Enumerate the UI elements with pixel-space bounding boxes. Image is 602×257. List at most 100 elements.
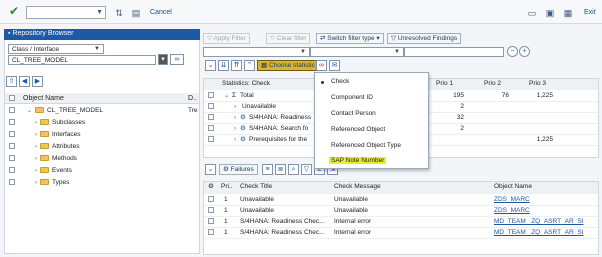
switch-filter-label: Switch filter type	[327, 35, 375, 42]
switch-filter-type-button[interactable]: ⇄ Switch filter type ▾	[316, 33, 384, 44]
collapse-chevron-icon[interactable]: ›	[35, 180, 37, 186]
row-checkbox[interactable]	[208, 102, 214, 112]
row-checkbox[interactable]	[9, 177, 15, 189]
menu-item-contact-person[interactable]: Contact Person	[331, 110, 376, 117]
col-pri: Pri..	[221, 183, 233, 190]
row-checkbox[interactable]	[9, 105, 15, 117]
next-icon[interactable]: ▶	[32, 76, 43, 87]
row-checkbox[interactable]	[208, 135, 214, 145]
collapse-chevron-icon[interactable]: ›	[35, 168, 37, 174]
tree-header-checkbox[interactable]	[9, 95, 15, 102]
finding-object[interactable]: ZDS_MARC	[494, 206, 599, 216]
unresolved-findings-button[interactable]: ▽ Unresolved Findings	[387, 33, 462, 44]
finding-object[interactable]: MD_TEAM_ ZQ_ASRT_AR_SI	[494, 228, 599, 238]
failures-icon: ⚙	[223, 166, 231, 173]
collapse-chevron-icon[interactable]: ›	[234, 135, 236, 145]
collapse-chevron-icon[interactable]: ›	[234, 113, 236, 123]
value-help-icon[interactable]: ▾	[158, 54, 168, 65]
tree-row-root[interactable]: ⌄ CL_TREE_MODEL Tre	[5, 105, 199, 117]
finding-object[interactable]: MD_TEAM_ ZQ_ASRT_AR_SI	[494, 217, 599, 227]
tree-row-subclasses[interactable]: › Subclasses	[5, 117, 199, 129]
command-field[interactable]: ▼	[26, 6, 106, 19]
col-check-title: Check Title	[240, 183, 273, 190]
collapse-all-icon[interactable]: ⌃	[244, 60, 255, 71]
filter-field-2[interactable]: ▼	[310, 47, 404, 57]
tree-row-interfaces[interactable]: › Interfaces	[5, 129, 199, 141]
collapse-chevron-icon[interactable]: ›	[35, 156, 37, 162]
tree-label: Events	[52, 167, 72, 174]
collapse-chevron-icon[interactable]: ›	[234, 124, 236, 134]
failures-button[interactable]: ⚙ Failures	[219, 164, 258, 175]
menu-item-referenced-object-type[interactable]: Referenced Object Type	[331, 142, 401, 149]
find-icon[interactable]: ⌕	[288, 164, 299, 175]
object-type-select[interactable]: Class / Interface ▼	[8, 44, 104, 54]
finding-row[interactable]: 1 S/4HANA: Readiness Chec... Internal er…	[204, 217, 598, 228]
filter-icon: ▽	[391, 35, 398, 42]
print-icon[interactable]: ▦	[563, 8, 573, 18]
filter-field-1[interactable]: ▼	[203, 47, 310, 57]
cancel-button[interactable]: Cancel	[150, 9, 172, 16]
expand-all-icon[interactable]: ⌄	[205, 60, 216, 71]
row-checkbox[interactable]	[208, 228, 214, 238]
row-checkbox[interactable]	[208, 206, 214, 216]
object-name-input[interactable]: CL_TREE_MODEL	[8, 55, 156, 65]
remove-filter-icon[interactable]: −	[507, 46, 518, 57]
previous-icon[interactable]: ◀	[19, 76, 30, 87]
row-checkbox[interactable]	[208, 124, 214, 134]
row-checkbox[interactable]	[208, 195, 214, 205]
window-icon[interactable]: ▭	[527, 8, 537, 18]
choose-statistic-button[interactable]: ▦ Choose statistic ▾	[257, 60, 324, 71]
collapse-chevron-icon[interactable]: ›	[35, 144, 37, 150]
col-statistics-check: Statistics: Check	[222, 80, 271, 87]
menu-item-check[interactable]: Check	[331, 78, 349, 85]
exit-button[interactable]: Exit	[584, 9, 596, 16]
collapse-chevron-icon[interactable]: ›	[35, 132, 37, 138]
row-checkbox[interactable]	[208, 217, 214, 227]
expand-icon[interactable]: ⇊	[218, 60, 229, 71]
row-checkbox[interactable]	[9, 165, 15, 177]
link-icon[interactable]: ∞	[316, 60, 327, 71]
menu-item-sap-note-number[interactable]: SAP Note Number	[329, 157, 387, 164]
settings-icon[interactable]: ⚙	[208, 182, 214, 192]
tree-header-row: Object Name D..	[5, 93, 199, 104]
filter-value-input[interactable]	[404, 47, 504, 57]
up-arrow-icon[interactable]: ⇧	[6, 76, 17, 87]
finding-row[interactable]: 1 Unavailable Unavailable ZDS_MARC	[204, 206, 598, 217]
tree-row-types[interactable]: › Types	[5, 177, 199, 189]
add-filter-icon[interactable]: +	[519, 46, 530, 57]
finding-row[interactable]: 1 Unavailable Unavailable ZDS_MARC	[204, 195, 598, 206]
row-checkbox[interactable]	[208, 91, 214, 101]
clear-filter-button[interactable]: ▽ Clear filter	[266, 33, 311, 44]
tree-label: CL_TREE_MODEL	[47, 107, 104, 114]
row-checkbox[interactable]	[9, 117, 15, 129]
hierarchy-icon[interactable]: ▤	[131, 8, 141, 18]
tree-row-events[interactable]: › Events	[5, 165, 199, 177]
finding-row[interactable]: 1 S/4HANA: Readiness Chec... Internal er…	[204, 228, 598, 239]
sort-ascending-icon[interactable]: ≡	[262, 164, 273, 175]
sort-descending-icon[interactable]: ≣	[275, 164, 286, 175]
menu-item-referenced-object[interactable]: Referenced Object	[331, 126, 385, 133]
collapse-chevron-icon[interactable]: ›	[234, 102, 236, 112]
collapse-icon[interactable]: ⇈	[231, 60, 242, 71]
row-checkbox[interactable]	[9, 129, 15, 141]
collapse-chevron-icon[interactable]: ›	[35, 120, 37, 126]
mail-icon[interactable]: ✉	[329, 60, 340, 71]
finding-object[interactable]: ZDS_MARC	[494, 195, 599, 205]
tree-row-attributes[interactable]: › Attributes	[5, 141, 199, 153]
filter-icon[interactable]: ▽	[301, 164, 312, 175]
row-checkbox[interactable]	[208, 113, 214, 123]
tree-label: Subclasses	[52, 119, 86, 126]
customize-icon[interactable]: ⇅	[114, 8, 124, 18]
expand-chevron-icon[interactable]: ⌄	[27, 108, 32, 114]
menu-item-component-id[interactable]: Component ID	[331, 94, 373, 101]
expand-all-icon[interactable]: ⌄	[205, 164, 216, 175]
row-checkbox[interactable]	[9, 141, 15, 153]
row-checkbox[interactable]	[9, 153, 15, 165]
expand-chevron-icon[interactable]: ⌄	[224, 91, 229, 101]
tree-row-methods[interactable]: › Methods	[5, 153, 199, 165]
display-icon[interactable]: ∞	[170, 54, 184, 65]
layout-icon[interactable]: ▣	[545, 8, 555, 18]
confirm-check-icon[interactable]: ✔	[9, 5, 21, 17]
repository-browser-header: ▪ Repository Browser	[4, 29, 200, 40]
apply-filter-button[interactable]: ▽ Apply Filter	[203, 33, 250, 44]
